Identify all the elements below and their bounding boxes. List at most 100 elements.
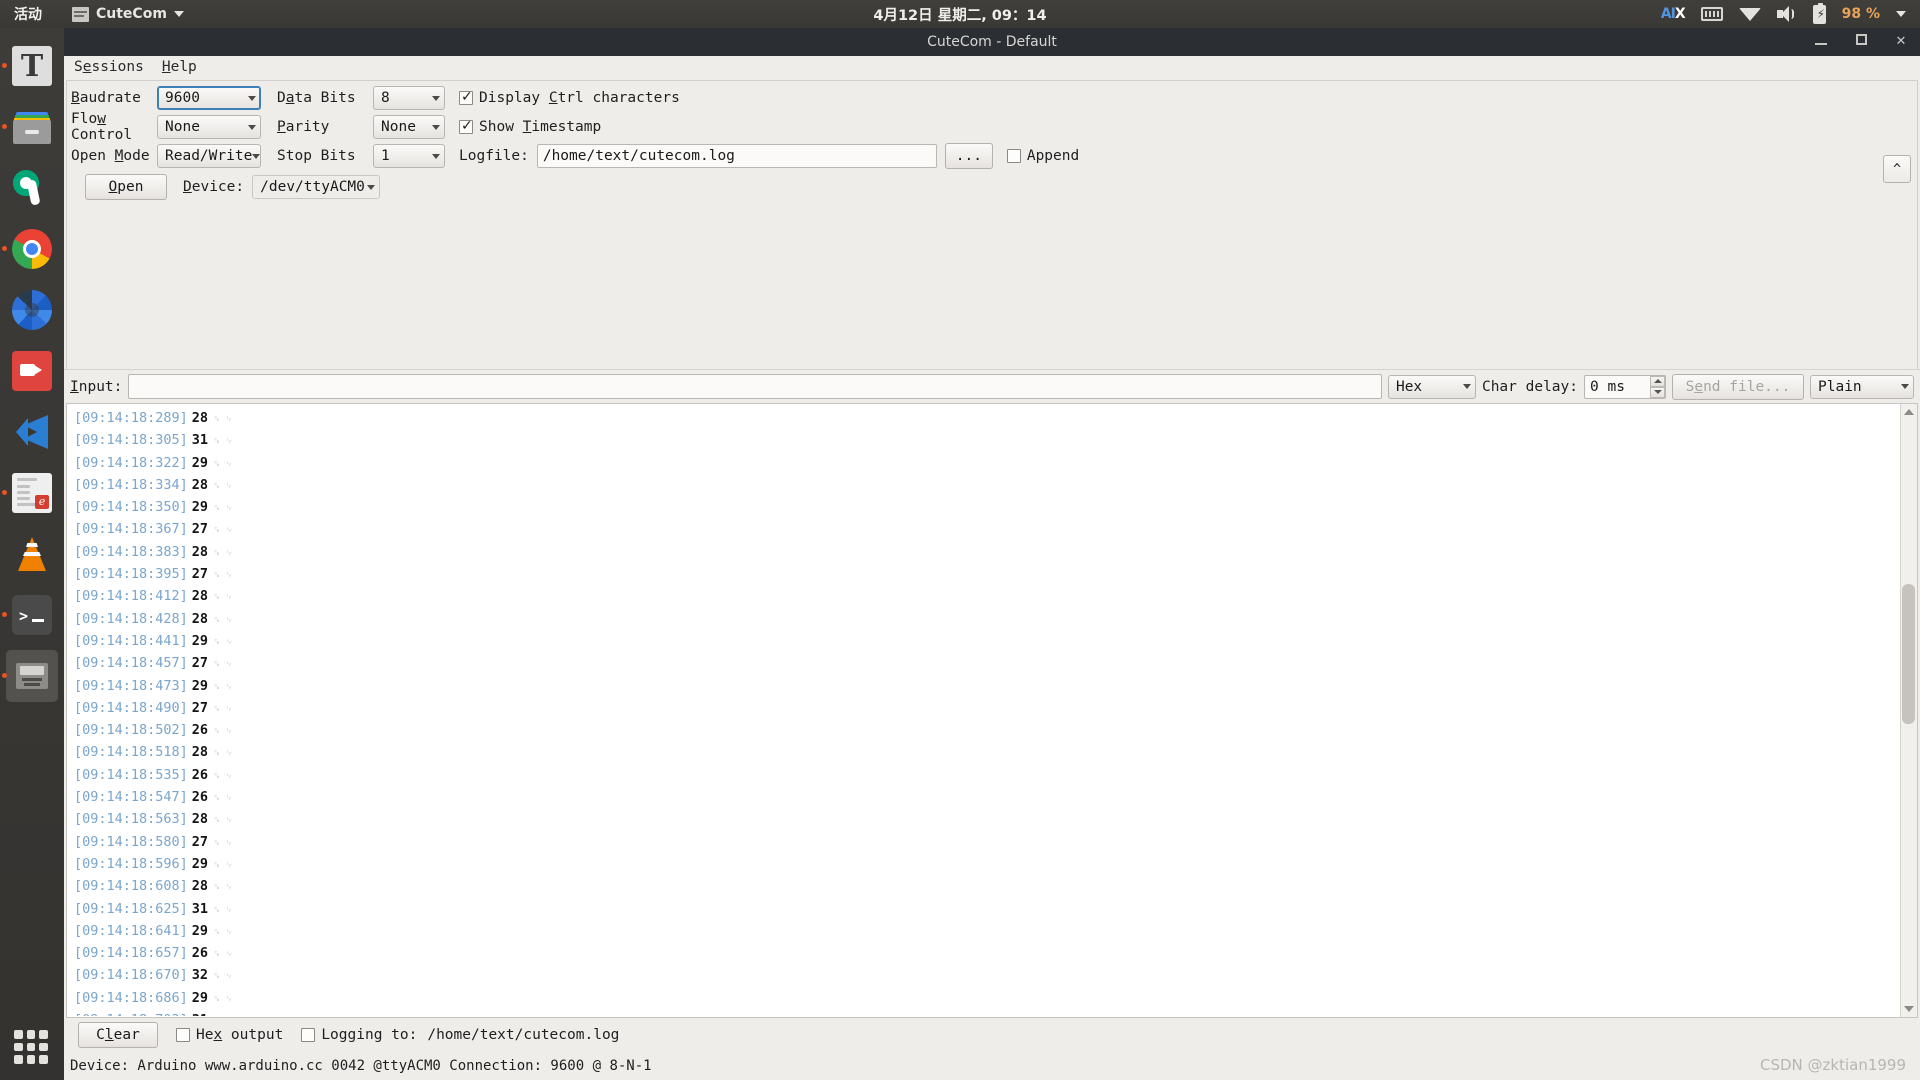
logging-to-label: Logging to:: [321, 1027, 418, 1043]
input-format-combo[interactable]: Hex: [1387, 374, 1476, 399]
scroll-up-arrow[interactable]: [1904, 409, 1914, 415]
log-value: 29: [191, 677, 209, 694]
log-value: 29: [191, 855, 209, 872]
flow-control-label: Flow Control: [71, 111, 133, 143]
parity-value: None: [381, 119, 416, 135]
control-character-glyphs: ␍ ␊: [213, 794, 233, 805]
input-field[interactable]: [128, 374, 1382, 399]
maximize-button[interactable]: [1854, 28, 1868, 56]
log-timestamp: [09:14:18:518]: [74, 744, 188, 761]
settings-empty-area: [71, 203, 1913, 363]
send-file-button[interactable]: Se nd file...: [1672, 373, 1804, 400]
log-line: [09:14:18:547] 26 ␍ ␊: [74, 787, 1900, 809]
char-delay-spinner[interactable]: 0 ms: [1584, 374, 1666, 399]
settings-row-4: Open Device: /dev/ttyACM0: [71, 174, 1913, 200]
open-mode-value: Read/Write: [165, 148, 253, 164]
chevron-down-icon: [173, 11, 184, 17]
display-ctrl-checkbox[interactable]: Display Ctrl characters: [459, 89, 680, 106]
char-delay-value: 0 ms: [1590, 378, 1625, 395]
spinner-buttons: [1650, 375, 1665, 398]
collapse-settings-button[interactable]: ^: [1883, 155, 1911, 183]
stop-bits-combo[interactable]: 1: [373, 144, 445, 168]
baudrate-combo[interactable]: 9600: [157, 86, 261, 110]
battery-charging-icon[interactable]: ⚡: [1812, 2, 1826, 24]
data-bits-combo[interactable]: 8: [373, 86, 445, 110]
hex-output-checkbox[interactable]: Hex output: [176, 1027, 283, 1043]
dock-item-terminal[interactable]: >: [2, 589, 58, 641]
log-timestamp: [09:14:18:502]: [74, 722, 188, 739]
line-ending-value: Plain: [1818, 378, 1862, 395]
parity-combo[interactable]: None: [373, 115, 445, 139]
dock-item-files[interactable]: [2, 101, 58, 153]
show-timestamp-checkbox[interactable]: Show Timestamp: [459, 118, 601, 135]
log-line: [09:14:18:441] 29 ␍ ␊: [74, 631, 1900, 653]
control-character-glyphs: ␍ ␊: [213, 548, 233, 559]
dock-item-vlc[interactable]: [6, 528, 58, 580]
chevron-down-icon: [1901, 384, 1909, 389]
clock[interactable]: 4月12日 星期二, 09：14: [0, 4, 1920, 25]
device-combo[interactable]: /dev/ttyACM0: [252, 175, 381, 199]
control-character-glyphs: ␍ ␊: [213, 415, 233, 425]
spinner-down-button[interactable]: [1650, 386, 1665, 398]
logfile-input[interactable]: /home/text/cutecom.log: [536, 144, 937, 168]
dock-item-settings[interactable]: [6, 162, 58, 214]
append-checkbox[interactable]: Append: [1006, 148, 1079, 164]
logfile-browse-button[interactable]: ...: [944, 143, 993, 169]
flow-control-combo[interactable]: None: [157, 115, 261, 139]
log-output-area[interactable]: [09:14:18:289] 28 ␍ ␊ [09:14:18:305] 31 ␍ ␊ [0…: [68, 405, 1900, 1016]
scrollbar-thumb[interactable]: [1902, 584, 1915, 724]
minimize-button[interactable]: [1814, 28, 1828, 56]
spinner-up-button[interactable]: [1650, 375, 1665, 387]
line-ending-combo[interactable]: Plain: [1810, 374, 1914, 399]
volume-icon[interactable]: [1776, 6, 1797, 22]
log-value: 26: [191, 945, 209, 962]
input-method-icon[interactable]: AIX: [1660, 6, 1686, 22]
dock-item-texstudio[interactable]: T: [2, 40, 58, 92]
dock-item-vscode[interactable]: [6, 406, 58, 458]
dock-item-shotcut[interactable]: [6, 284, 58, 336]
input-format-value: Hex: [1395, 378, 1423, 395]
open-mode-combo[interactable]: Read/Write: [157, 144, 261, 168]
log-value: 26: [191, 766, 209, 783]
ime-a-glyph: AI: [1660, 6, 1676, 22]
clear-button[interactable]: Cl ear: [78, 1022, 158, 1048]
menu-item-sessions[interactable]: Sessions: [74, 59, 144, 75]
dock-item-document-viewer[interactable]: e: [2, 467, 58, 519]
log-timestamp: [09:14:18:703]: [74, 1012, 188, 1016]
watermark: CSDN @zktian1999: [1759, 1056, 1906, 1074]
wifi-icon[interactable]: [1738, 7, 1761, 21]
log-timestamp: [09:14:18:596]: [74, 855, 188, 872]
scroll-down-arrow[interactable]: [1904, 1006, 1914, 1012]
log-value: 28: [191, 410, 209, 426]
log-line: [09:14:18:412] 28 ␍ ␊: [74, 586, 1900, 608]
dock-item-screen-recorder[interactable]: [6, 345, 58, 397]
log-value: 31: [192, 1012, 208, 1016]
control-character-glyphs: ␍ ␊: [213, 571, 233, 582]
log-line: [09:14:18:670] 32 ␍ ␊: [74, 965, 1900, 987]
input-label: Input:: [70, 378, 123, 395]
log-line: [09:14:18:596] 29 ␍ ␊: [74, 854, 1900, 876]
checkbox-box: [301, 1028, 316, 1042]
log-scrollbar[interactable]: [1900, 404, 1917, 1017]
control-character-glyphs: ␍ ␊: [213, 994, 233, 1005]
show-applications-button[interactable]: [14, 1030, 48, 1064]
running-indicator: [2, 673, 7, 678]
log-timestamp: [09:14:18:367]: [74, 521, 188, 538]
chevron-down-icon: [432, 95, 440, 101]
dock-item-chrome[interactable]: [2, 223, 58, 275]
checkbox-box: [459, 89, 473, 105]
logging-to-checkbox[interactable]: Logging to:: [301, 1027, 417, 1043]
keyboard-icon[interactable]: [1700, 7, 1723, 21]
menu-item-help[interactable]: Help: [162, 59, 197, 75]
control-character-glyphs: ␍ ␊: [213, 905, 233, 916]
dock-item-cutecom[interactable]: [2, 650, 58, 702]
log-line: [09:14:18:563] 28 ␍ ␊: [74, 809, 1900, 831]
chrome-icon: [12, 229, 52, 269]
close-button[interactable]: ✕: [1894, 28, 1908, 56]
activities-button[interactable]: 活动: [0, 4, 52, 24]
log-value: 32: [191, 967, 209, 984]
log-timestamp: [09:14:18:490]: [74, 699, 188, 716]
open-button[interactable]: Open: [85, 174, 167, 200]
topbar-app-menu[interactable]: CuteCom: [72, 6, 184, 22]
chevron-down-icon[interactable]: [1896, 11, 1906, 17]
